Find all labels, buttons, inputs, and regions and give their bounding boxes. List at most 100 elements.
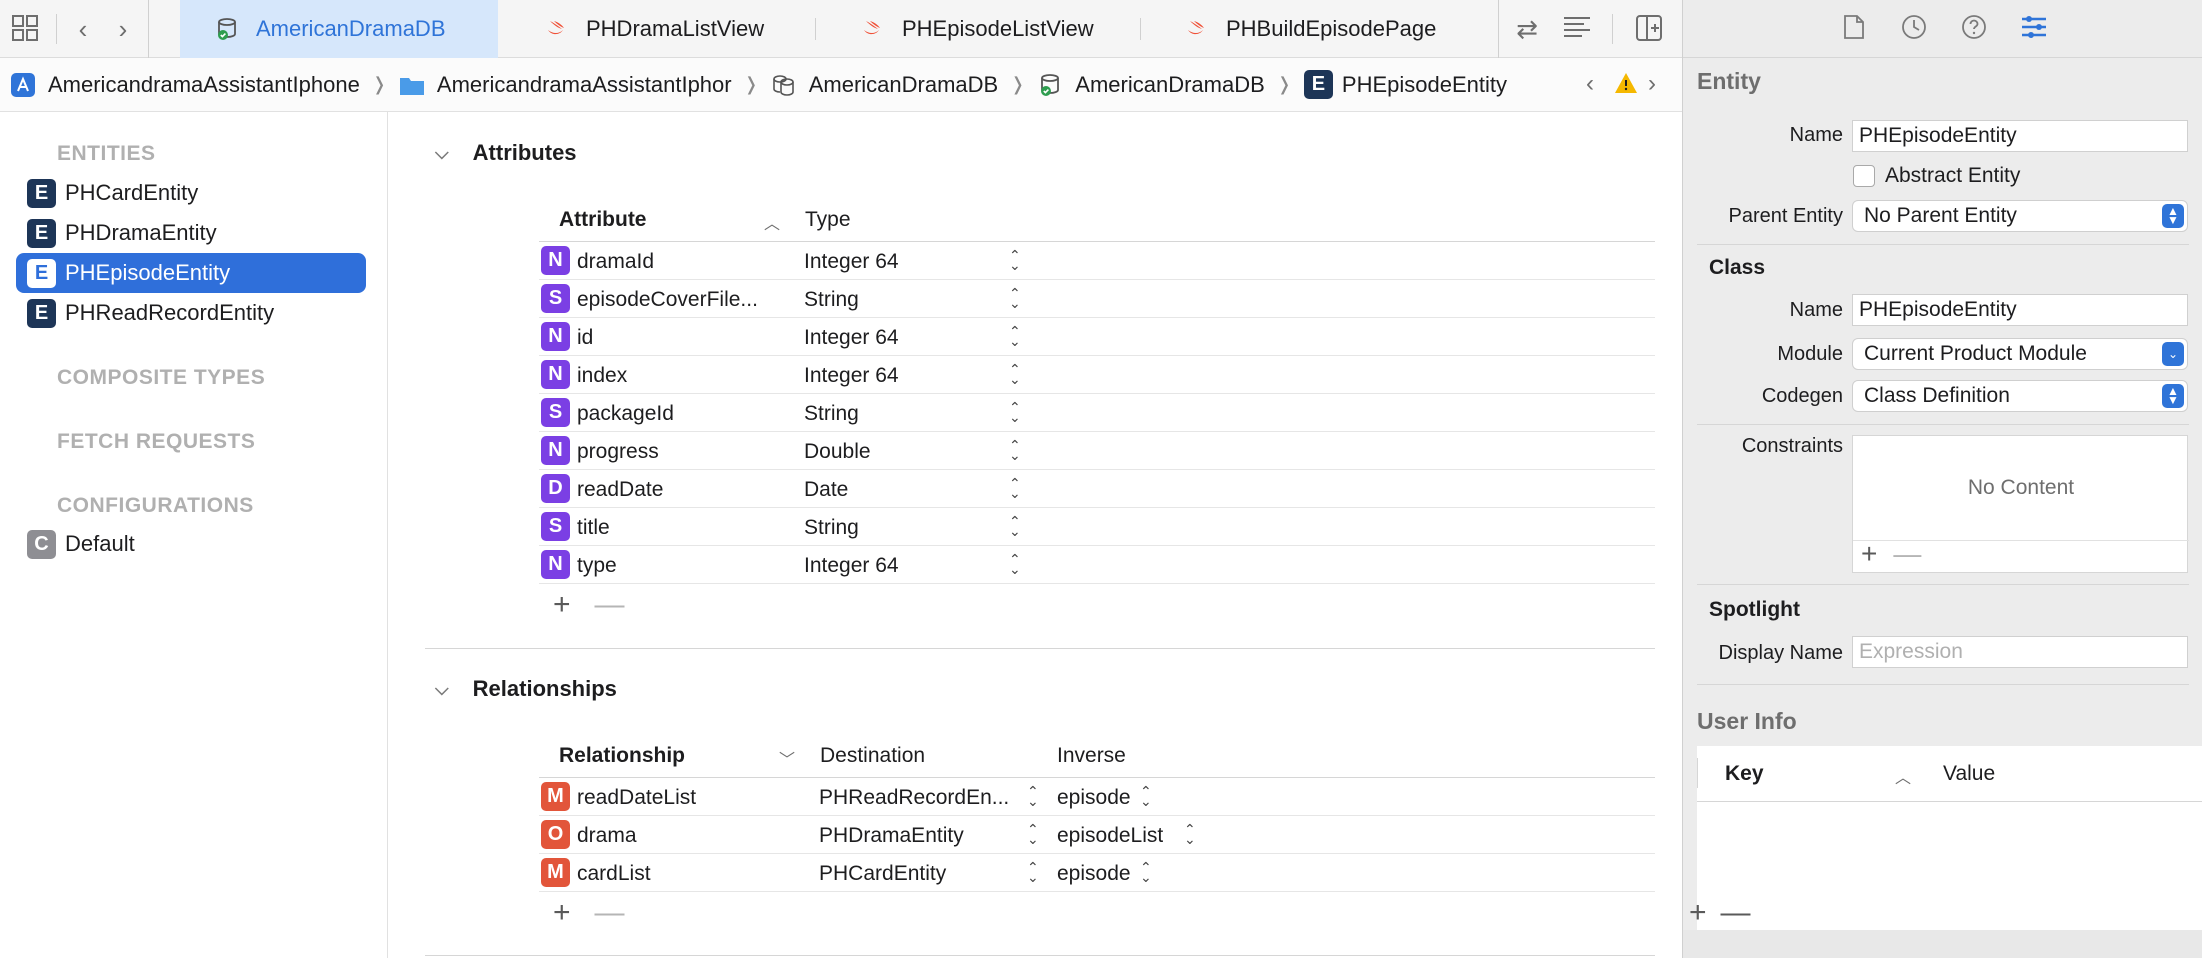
type-stepper-icon[interactable]: ⌃ ⌄ [1009, 476, 1021, 500]
column-header-type[interactable]: Type [805, 208, 851, 232]
attribute-row[interactable]: Nid Integer 64 ⌃ ⌄ [539, 318, 1655, 356]
constraints-list[interactable]: No Content + — [1852, 435, 2189, 573]
history-inspector-icon[interactable] [1899, 14, 1929, 44]
column-header-key[interactable]: Key [1725, 762, 1764, 786]
column-header-inverse[interactable]: Inverse [1057, 744, 1126, 768]
relationship-destination[interactable]: PHDramaEntity [819, 824, 1019, 848]
type-stepper-icon[interactable]: ⌃ ⌄ [1009, 324, 1021, 348]
class-name-field[interactable]: PHEpisodeEntity [1852, 294, 2188, 326]
type-stepper-icon[interactable]: ⌃ ⌄ [1009, 514, 1021, 538]
display-name-field[interactable]: Expression [1852, 636, 2188, 668]
module-select[interactable]: Current Product Module ⌄ [1852, 338, 2188, 370]
tab-americandramadb[interactable]: AmericanDramaDB [180, 0, 498, 58]
attribute-type[interactable]: Date [804, 478, 848, 502]
relationship-row[interactable]: McardList PHCardEntity ⌃ ⌄ episode ⌃ ⌄ [539, 854, 1655, 892]
breadcrumb-model-version[interactable]: AmericanDramaDB [1037, 72, 1265, 98]
codegen-select[interactable]: Class Definition ▲ ▼ [1852, 380, 2188, 412]
help-inspector-icon[interactable] [1959, 14, 1989, 44]
attribute-row[interactable]: SpackageId String ⌃ ⌄ [539, 394, 1655, 432]
tab-phbuildepisodepage[interactable]: PHBuildEpisodePage [1150, 0, 1480, 58]
column-header-relationship[interactable]: Relationship [559, 744, 685, 768]
destination-stepper-icon[interactable]: ⌃ ⌄ [1027, 860, 1039, 884]
relationship-name[interactable]: readDateList [577, 786, 807, 810]
attribute-row[interactable]: Nindex Integer 64 ⌃ ⌄ [539, 356, 1655, 394]
attribute-type[interactable]: String [804, 402, 859, 426]
sidebar-item-phepisodeentity[interactable]: E PHEpisodeEntity [16, 253, 366, 293]
attribute-type[interactable]: String [804, 288, 859, 312]
file-inspector-icon[interactable] [1839, 14, 1869, 44]
attribute-name[interactable]: type [577, 554, 789, 578]
attribute-type[interactable]: Integer 64 [804, 250, 899, 274]
next-issue-icon[interactable]: › [1648, 70, 1656, 98]
fetch-requests-header[interactable]: FETCH REQUESTS [57, 430, 255, 454]
type-stepper-icon[interactable]: ⌃ ⌄ [1009, 552, 1021, 576]
attribute-type[interactable]: Integer 64 [804, 364, 899, 388]
breadcrumb-entity[interactable]: E PHEpisodeEntity [1303, 70, 1507, 99]
attribute-name[interactable]: packageId [577, 402, 789, 426]
remove-constraint-button[interactable]: — [1893, 538, 1921, 569]
attribute-type[interactable]: Double [804, 440, 871, 464]
add-constraint-button[interactable]: + [1861, 538, 1877, 569]
user-info-table[interactable] [1697, 802, 2202, 930]
tab-phepisodelistview[interactable]: PHEpisodeListView [826, 0, 1136, 58]
remove-user-info-button[interactable]: — [1721, 896, 1751, 929]
remove-attribute-button[interactable]: — [595, 588, 625, 621]
attribute-type[interactable]: Integer 64 [804, 554, 899, 578]
attribute-name[interactable]: title [577, 516, 789, 540]
attribute-row[interactable]: SepisodeCoverFile... String ⌃ ⌄ [539, 280, 1655, 318]
attribute-row[interactable]: Nprogress Double ⌃ ⌄ [539, 432, 1655, 470]
remove-relationship-button[interactable]: — [595, 896, 625, 929]
relationship-row[interactable]: MreadDateList PHReadRecordEn... ⌃ ⌄ episode ⌃… [539, 778, 1655, 816]
configurations-header[interactable]: CONFIGURATIONS [57, 494, 254, 518]
attribute-name[interactable]: readDate [577, 478, 789, 502]
sidebar-item-phreadrecordentity[interactable]: E PHReadRecordEntity [16, 293, 366, 333]
sidebar-item-default-configuration[interactable]: C Default [16, 524, 366, 564]
add-attribute-button[interactable]: + [553, 588, 571, 621]
warning-icon[interactable] [1614, 72, 1638, 101]
attribute-type[interactable]: String [804, 516, 859, 540]
inverse-stepper-icon[interactable]: ⌃ ⌄ [1140, 784, 1152, 808]
relationship-row[interactable]: Odrama PHDramaEntity ⌃ ⌄ episodeList ⌃ ⌄ [539, 816, 1655, 854]
attributes-section-header[interactable]: ⌵ Attributes [435, 140, 577, 166]
previous-issue-icon[interactable]: ‹ [1586, 70, 1594, 98]
attribute-name[interactable]: dramaId [577, 250, 789, 274]
attribute-row[interactable]: NdramaId Integer 64 ⌃ ⌄ [539, 242, 1655, 280]
attribute-row[interactable]: Ntype Integer 64 ⌃ ⌄ [539, 546, 1655, 584]
entity-name-field[interactable]: PHEpisodeEntity [1852, 120, 2188, 152]
forward-arrow-icon[interactable]: › [108, 14, 138, 44]
attribute-row[interactable]: DreadDate Date ⌃ ⌄ [539, 470, 1655, 508]
attribute-name[interactable]: progress [577, 440, 789, 464]
attribute-type[interactable]: Integer 64 [804, 326, 899, 350]
breadcrumb-project[interactable]: AmericandramaAssistantIphone [10, 72, 360, 98]
destination-stepper-icon[interactable]: ⌃ ⌄ [1027, 784, 1039, 808]
column-header-destination[interactable]: Destination [820, 744, 925, 768]
add-relationship-button[interactable]: + [553, 896, 571, 929]
type-stepper-icon[interactable]: ⌃ ⌄ [1009, 438, 1021, 462]
column-header-value[interactable]: Value [1943, 762, 1995, 786]
attribute-name[interactable]: episodeCoverFile... [577, 288, 789, 312]
relationship-name[interactable]: cardList [577, 862, 807, 886]
relationship-destination[interactable]: PHCardEntity [819, 862, 1019, 886]
relationship-inverse[interactable]: episode [1057, 862, 1131, 886]
type-stepper-icon[interactable]: ⌃ ⌄ [1009, 286, 1021, 310]
relationship-destination[interactable]: PHReadRecordEn... [819, 786, 1019, 810]
parent-entity-select[interactable]: No Parent Entity ▲ ▼ [1852, 200, 2188, 232]
editor-options-icon[interactable] [1562, 14, 1592, 44]
inverse-stepper-icon[interactable]: ⌃ ⌄ [1184, 822, 1196, 846]
tab-phdramalistview[interactable]: PHDramaListView [510, 0, 810, 58]
type-stepper-icon[interactable]: ⌃ ⌄ [1009, 400, 1021, 424]
type-stepper-icon[interactable]: ⌃ ⌄ [1009, 362, 1021, 386]
sidebar-item-phcardentity[interactable]: E PHCardEntity [16, 173, 366, 213]
attribute-row[interactable]: Stitle String ⌃ ⌄ [539, 508, 1655, 546]
back-arrow-icon[interactable]: ‹ [68, 14, 98, 44]
attribute-name[interactable]: id [577, 326, 789, 350]
relationship-inverse[interactable]: episodeList [1057, 824, 1163, 848]
grid-icon[interactable] [10, 14, 40, 44]
breadcrumb-folder[interactable]: AmericandramaAssistantIphor [399, 72, 732, 98]
add-editor-icon[interactable] [1634, 14, 1664, 44]
sidebar-item-phdramaentity[interactable]: E PHDramaEntity [16, 213, 366, 253]
add-user-info-button[interactable]: + [1689, 896, 1707, 929]
breadcrumb-model[interactable]: AmericanDramaDB [771, 72, 998, 98]
composite-types-header[interactable]: COMPOSITE TYPES [57, 366, 265, 390]
relationships-section-header[interactable]: ⌵ Relationships [435, 676, 617, 702]
